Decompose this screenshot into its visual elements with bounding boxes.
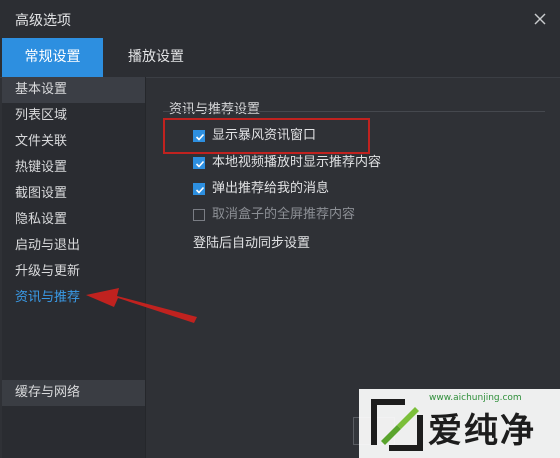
check-icon bbox=[195, 186, 205, 194]
aichunjing-logo bbox=[371, 399, 423, 451]
section-title: 资讯与推荐设置 bbox=[169, 102, 261, 117]
section-divider bbox=[163, 111, 545, 112]
option-label: 弹出推荐给我的消息 bbox=[212, 181, 330, 196]
option-label: 本地视频播放时显示推荐内容 bbox=[212, 155, 382, 170]
sidebar-item-screenshot[interactable]: 截图设置 bbox=[2, 181, 145, 207]
window-title: 高级选项 bbox=[15, 13, 71, 29]
check-icon bbox=[195, 160, 205, 168]
option-label: 取消盒子的全屏推荐内容 bbox=[212, 207, 356, 222]
tab-playback-settings[interactable]: 播放设置 bbox=[106, 38, 206, 77]
option-auto-sync-login[interactable]: 登陆后自动同步设置 bbox=[193, 232, 310, 251]
title-bar bbox=[0, 0, 560, 38]
sidebar-item-cache-network[interactable]: 缓存与网络 bbox=[2, 380, 145, 406]
sidebar-item-upgrade[interactable]: 升级与更新 bbox=[2, 259, 145, 285]
sidebar-item-basic[interactable]: 基本设置 bbox=[2, 77, 145, 103]
sidebar-item-file-association[interactable]: 文件关联 bbox=[2, 129, 145, 155]
close-icon[interactable] bbox=[533, 11, 547, 25]
advanced-options-dialog: 高级选项 常规设置 播放设置 基本设置 列表区域 文件关联 热键设置 截图设置 … bbox=[0, 0, 560, 458]
watermark-text: 爱纯净 bbox=[428, 411, 536, 451]
checkbox-unchecked[interactable] bbox=[193, 209, 205, 221]
checkbox-checked[interactable] bbox=[193, 157, 205, 169]
highlight-box bbox=[163, 118, 370, 154]
sidebar-item-hotkeys[interactable]: 热键设置 bbox=[2, 155, 145, 181]
sidebar-item-news-recommend[interactable]: 资讯与推荐 bbox=[2, 285, 145, 311]
checkbox-checked[interactable] bbox=[193, 183, 205, 195]
sidebar-item-privacy[interactable]: 隐私设置 bbox=[2, 207, 145, 233]
sidebar-item-list-area[interactable]: 列表区域 bbox=[2, 103, 145, 129]
watermark-url: www.aichunjing.com bbox=[429, 393, 522, 403]
sidebar-item-startup-exit[interactable]: 启动与退出 bbox=[2, 233, 145, 259]
tab-general-settings[interactable]: 常规设置 bbox=[2, 38, 103, 77]
